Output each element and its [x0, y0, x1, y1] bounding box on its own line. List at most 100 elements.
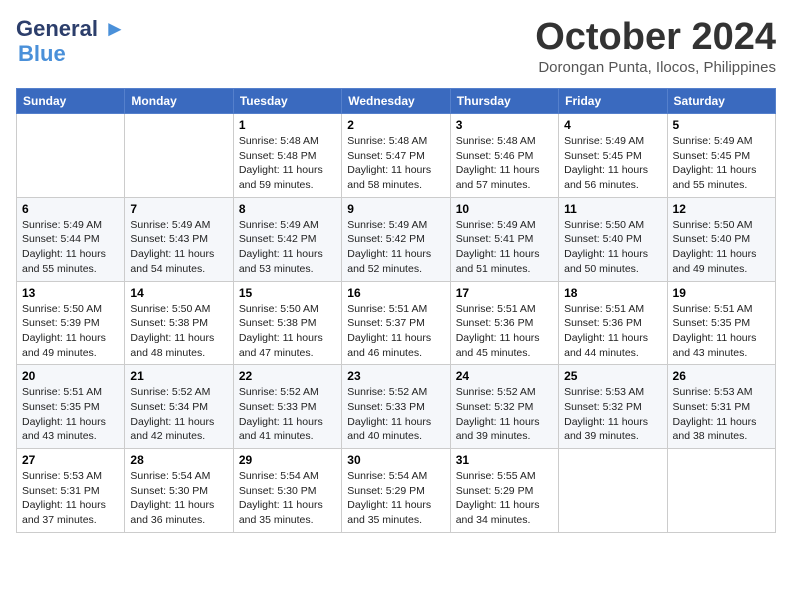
table-row — [667, 449, 775, 533]
cell-details: Sunrise: 5:48 AMSunset: 5:47 PMDaylight:… — [347, 134, 444, 193]
table-row: 27 Sunrise: 5:53 AMSunset: 5:31 PMDayligh… — [17, 449, 125, 533]
table-row: 13 Sunrise: 5:50 AMSunset: 5:39 PMDayligh… — [17, 281, 125, 365]
table-row: 12 Sunrise: 5:50 AMSunset: 5:40 PMDayligh… — [667, 197, 775, 281]
day-number: 24 — [456, 369, 553, 383]
cell-details: Sunrise: 5:55 AMSunset: 5:29 PMDaylight:… — [456, 469, 553, 528]
page-header: General ► Blue October 2024 Dorongan Pun… — [16, 16, 776, 76]
cell-details: Sunrise: 5:51 AMSunset: 5:36 PMDaylight:… — [456, 302, 553, 361]
cell-details: Sunrise: 5:52 AMSunset: 5:33 PMDaylight:… — [347, 385, 444, 444]
day-number: 12 — [673, 202, 770, 216]
calendar-header-row: Sunday Monday Tuesday Wednesday Thursday… — [17, 89, 776, 114]
col-thursday: Thursday — [450, 89, 558, 114]
day-number: 30 — [347, 453, 444, 467]
day-number: 18 — [564, 286, 661, 300]
day-number: 16 — [347, 286, 444, 300]
day-number: 1 — [239, 118, 336, 132]
cell-details: Sunrise: 5:49 AMSunset: 5:42 PMDaylight:… — [347, 218, 444, 277]
col-monday: Monday — [125, 89, 233, 114]
cell-details: Sunrise: 5:52 AMSunset: 5:33 PMDaylight:… — [239, 385, 336, 444]
table-row: 30 Sunrise: 5:54 AMSunset: 5:29 PMDayligh… — [342, 449, 450, 533]
table-row: 1 Sunrise: 5:48 AMSunset: 5:48 PMDaylight… — [233, 114, 341, 198]
cell-details: Sunrise: 5:51 AMSunset: 5:35 PMDaylight:… — [673, 302, 770, 361]
table-row: 3 Sunrise: 5:48 AMSunset: 5:46 PMDaylight… — [450, 114, 558, 198]
table-row: 22 Sunrise: 5:52 AMSunset: 5:33 PMDayligh… — [233, 365, 341, 449]
day-number: 22 — [239, 369, 336, 383]
day-number: 5 — [673, 118, 770, 132]
cell-details: Sunrise: 5:48 AMSunset: 5:48 PMDaylight:… — [239, 134, 336, 193]
day-number: 21 — [130, 369, 227, 383]
day-number: 11 — [564, 202, 661, 216]
day-number: 17 — [456, 286, 553, 300]
table-row: 25 Sunrise: 5:53 AMSunset: 5:32 PMDayligh… — [559, 365, 667, 449]
col-sunday: Sunday — [17, 89, 125, 114]
table-row: 5 Sunrise: 5:49 AMSunset: 5:45 PMDaylight… — [667, 114, 775, 198]
table-row: 19Sunrise: 5:51 AMSunset: 5:35 PMDayligh… — [667, 281, 775, 365]
cell-details: Sunrise: 5:50 AMSunset: 5:38 PMDaylight:… — [130, 302, 227, 361]
cell-details: Sunrise: 5:54 AMSunset: 5:30 PMDaylight:… — [130, 469, 227, 528]
day-number: 26 — [673, 369, 770, 383]
cell-details: Sunrise: 5:49 AMSunset: 5:42 PMDaylight:… — [239, 218, 336, 277]
table-row: 10 Sunrise: 5:49 AMSunset: 5:41 PMDayligh… — [450, 197, 558, 281]
day-number: 9 — [347, 202, 444, 216]
day-number: 8 — [239, 202, 336, 216]
calendar-week-row: 20 Sunrise: 5:51 AMSunset: 5:35 PMDayligh… — [17, 365, 776, 449]
table-row — [559, 449, 667, 533]
cell-details: Sunrise: 5:52 AMSunset: 5:32 PMDaylight:… — [456, 385, 553, 444]
table-row: 26 Sunrise: 5:53 AMSunset: 5:31 PMDayligh… — [667, 365, 775, 449]
day-number: 3 — [456, 118, 553, 132]
cell-details: Sunrise: 5:49 AMSunset: 5:45 PMDaylight:… — [673, 134, 770, 193]
table-row: 23 Sunrise: 5:52 AMSunset: 5:33 PMDayligh… — [342, 365, 450, 449]
cell-details: Sunrise: 5:49 AMSunset: 5:44 PMDaylight:… — [22, 218, 119, 277]
table-row: 9 Sunrise: 5:49 AMSunset: 5:42 PMDaylight… — [342, 197, 450, 281]
col-tuesday: Tuesday — [233, 89, 341, 114]
logo-subtext: Blue — [18, 42, 66, 66]
table-row: 18Sunrise: 5:51 AMSunset: 5:36 PMDayligh… — [559, 281, 667, 365]
cell-details: Sunrise: 5:49 AMSunset: 5:43 PMDaylight:… — [130, 218, 227, 277]
cell-details: Sunrise: 5:53 AMSunset: 5:31 PMDaylight:… — [673, 385, 770, 444]
cell-details: Sunrise: 5:54 AMSunset: 5:30 PMDaylight:… — [239, 469, 336, 528]
table-row: 8 Sunrise: 5:49 AMSunset: 5:42 PMDaylight… — [233, 197, 341, 281]
day-number: 25 — [564, 369, 661, 383]
day-number: 15 — [239, 286, 336, 300]
cell-details: Sunrise: 5:52 AMSunset: 5:34 PMDaylight:… — [130, 385, 227, 444]
day-number: 2 — [347, 118, 444, 132]
cell-details: Sunrise: 5:50 AMSunset: 5:40 PMDaylight:… — [673, 218, 770, 277]
day-number: 23 — [347, 369, 444, 383]
col-friday: Friday — [559, 89, 667, 114]
day-number: 29 — [239, 453, 336, 467]
table-row — [17, 114, 125, 198]
cell-details: Sunrise: 5:50 AMSunset: 5:38 PMDaylight:… — [239, 302, 336, 361]
day-number: 27 — [22, 453, 119, 467]
table-row: 20 Sunrise: 5:51 AMSunset: 5:35 PMDayligh… — [17, 365, 125, 449]
day-number: 4 — [564, 118, 661, 132]
calendar-week-row: 6 Sunrise: 5:49 AMSunset: 5:44 PMDaylight… — [17, 197, 776, 281]
day-number: 31 — [456, 453, 553, 467]
cell-details: Sunrise: 5:48 AMSunset: 5:46 PMDaylight:… — [456, 134, 553, 193]
calendar-week-row: 27 Sunrise: 5:53 AMSunset: 5:31 PMDayligh… — [17, 449, 776, 533]
day-number: 6 — [22, 202, 119, 216]
cell-details: Sunrise: 5:49 AMSunset: 5:41 PMDaylight:… — [456, 218, 553, 277]
location-subtitle: Dorongan Punta, Ilocos, Philippines — [535, 59, 776, 76]
table-row: 7Sunrise: 5:49 AMSunset: 5:43 PMDaylight… — [125, 197, 233, 281]
table-row: 24 Sunrise: 5:52 AMSunset: 5:32 PMDayligh… — [450, 365, 558, 449]
day-number: 13 — [22, 286, 119, 300]
table-row: 15 Sunrise: 5:50 AMSunset: 5:38 PMDayligh… — [233, 281, 341, 365]
calendar-week-row: 13 Sunrise: 5:50 AMSunset: 5:39 PMDayligh… — [17, 281, 776, 365]
cell-details: Sunrise: 5:53 AMSunset: 5:31 PMDaylight:… — [22, 469, 119, 528]
cell-details: Sunrise: 5:51 AMSunset: 5:35 PMDaylight:… — [22, 385, 119, 444]
col-wednesday: Wednesday — [342, 89, 450, 114]
day-number: 14 — [130, 286, 227, 300]
cell-details: Sunrise: 5:53 AMSunset: 5:32 PMDaylight:… — [564, 385, 661, 444]
day-number: 28 — [130, 453, 227, 467]
cell-details: Sunrise: 5:50 AMSunset: 5:39 PMDaylight:… — [22, 302, 119, 361]
cell-details: Sunrise: 5:49 AMSunset: 5:45 PMDaylight:… — [564, 134, 661, 193]
table-row: 6 Sunrise: 5:49 AMSunset: 5:44 PMDaylight… — [17, 197, 125, 281]
day-number: 10 — [456, 202, 553, 216]
table-row: 16 Sunrise: 5:51 AMSunset: 5:37 PMDayligh… — [342, 281, 450, 365]
table-row: 11 Sunrise: 5:50 AMSunset: 5:40 PMDayligh… — [559, 197, 667, 281]
table-row: 4 Sunrise: 5:49 AMSunset: 5:45 PMDaylight… — [559, 114, 667, 198]
cell-details: Sunrise: 5:51 AMSunset: 5:37 PMDaylight:… — [347, 302, 444, 361]
cell-details: Sunrise: 5:54 AMSunset: 5:29 PMDaylight:… — [347, 469, 444, 528]
cell-details: Sunrise: 5:50 AMSunset: 5:40 PMDaylight:… — [564, 218, 661, 277]
day-number: 20 — [22, 369, 119, 383]
